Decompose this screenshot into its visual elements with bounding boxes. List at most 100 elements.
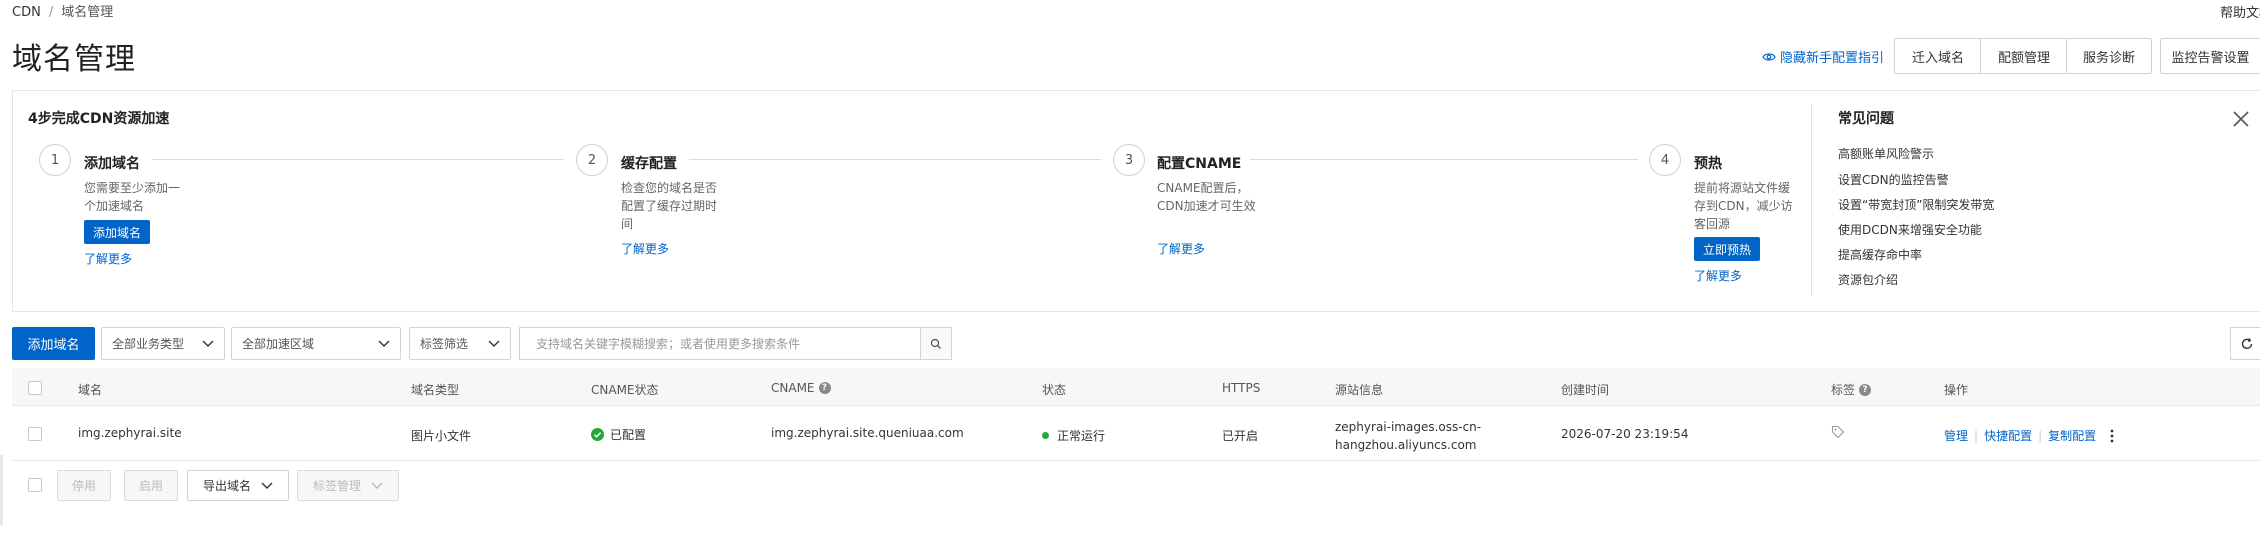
- row-checkbox[interactable]: [28, 427, 42, 441]
- refresh-button[interactable]: [2230, 327, 2260, 360]
- export-domain-button[interactable]: 导出域名: [187, 470, 289, 501]
- step-4-title: 预热: [1694, 156, 1722, 172]
- chevron-down-icon: [371, 482, 383, 489]
- step-3-learn-more[interactable]: 了解更多: [1157, 240, 1205, 257]
- tag-filter-select[interactable]: 标签筛选: [409, 327, 511, 360]
- faq-divider: [1811, 104, 1812, 296]
- disable-button[interactable]: 停用: [57, 470, 111, 501]
- column-header-actions: 操作: [1944, 383, 1969, 397]
- business-type-value: 全部业务类型: [112, 337, 185, 351]
- created-time: 2026-07-20 23:19:54: [1561, 427, 1689, 441]
- tag-filter-value: 标签筛选: [420, 337, 469, 351]
- step-2-title: 缓存配置: [621, 156, 677, 172]
- search-input[interactable]: 支持域名关键字模糊搜索；或者使用更多搜索条件: [519, 327, 921, 360]
- page-title: 域名管理: [12, 42, 136, 77]
- chevron-down-icon: [202, 340, 214, 347]
- step-3-number: 3: [1113, 144, 1145, 176]
- step-connector: [152, 159, 564, 160]
- faq-item[interactable]: 设置“带宽封顶”限制突发带宽: [1838, 196, 1994, 213]
- step-1-learn-more[interactable]: 了解更多: [84, 250, 132, 267]
- region-select[interactable]: 全部加速区域: [231, 327, 401, 360]
- cname-status: 已配置: [591, 426, 646, 443]
- step-prefetch-button[interactable]: 立即预热: [1694, 237, 1760, 261]
- business-type-select[interactable]: 全部业务类型: [101, 327, 225, 360]
- monitor-alert-button[interactable]: 监控告警设置: [2160, 38, 2260, 74]
- breadcrumb-cdn[interactable]: CDN: [12, 5, 41, 20]
- step-4-number: 4: [1649, 144, 1681, 176]
- status: 正常运行: [1042, 427, 1105, 444]
- table-header: [12, 368, 2260, 406]
- faq-item[interactable]: 资源包介绍: [1838, 271, 1898, 288]
- faq-item[interactable]: 高额账单风险警示: [1838, 145, 1934, 162]
- step-1-desc: 您需要至少添加一个加速域名: [84, 181, 181, 213]
- column-header-tag-label: 标签: [1831, 383, 1856, 397]
- origin-line-2: hangzhou.aliyuncs.com: [1335, 438, 1477, 452]
- step-2-learn-more[interactable]: 了解更多: [621, 240, 669, 257]
- close-icon[interactable]: [2230, 108, 2252, 130]
- https-status: 已开启: [1222, 429, 1259, 443]
- step-connector: [689, 159, 1101, 160]
- manage-link[interactable]: 管理: [1944, 427, 1968, 444]
- service-diagnosis-button[interactable]: 服务诊断: [2066, 38, 2152, 74]
- step-connector: [1250, 159, 1638, 160]
- step-3-title: 配置CNAME: [1157, 156, 1242, 172]
- faq-title: 常见问题: [1838, 111, 1894, 127]
- column-header-https: HTTPS: [1222, 381, 1261, 395]
- copy-config-link[interactable]: 复制配置: [2048, 427, 2096, 444]
- breadcrumb-current: 域名管理: [61, 5, 114, 20]
- quick-config-link[interactable]: 快捷配置: [1984, 427, 2032, 444]
- breadcrumb-separator: /: [48, 5, 54, 20]
- column-header-domain: 域名: [78, 383, 103, 397]
- refresh-icon: [2241, 337, 2252, 349]
- help-icon[interactable]: ?: [1859, 383, 1872, 396]
- column-header-created: 创建时间: [1561, 383, 1610, 397]
- left-edge-bar: [0, 455, 3, 525]
- step-3-desc: CNAME配置后，CDN加速才可生效: [1157, 181, 1256, 213]
- column-header-type: 域名类型: [411, 383, 460, 397]
- help-doc-link[interactable]: 帮助文档: [2220, 2, 2260, 21]
- select-all-checkbox[interactable]: [28, 381, 42, 395]
- more-icon[interactable]: [2110, 429, 2114, 443]
- domain-type: 图片小文件: [411, 429, 472, 443]
- eye-icon: [1762, 52, 1776, 61]
- column-header-cname-status: CNAME状态: [591, 383, 659, 397]
- tag-icon[interactable]: [1831, 425, 1845, 439]
- step-1-number: 1: [39, 144, 71, 176]
- step-4-desc: 提前将源站文件缓存到CDN，减少访客回源: [1694, 181, 1793, 231]
- row-actions: 管理 | 快捷配置 | 复制配置: [1944, 427, 2114, 444]
- faq-item[interactable]: 提高缓存命中率: [1838, 246, 1922, 263]
- column-header-cname: CNAME ?: [771, 381, 831, 395]
- table-row: [12, 407, 2260, 461]
- step-2-desc: 检查您的域名是否配置了缓存过期时间: [621, 181, 718, 231]
- cname-status-label: 已配置: [610, 428, 647, 442]
- column-header-tag: 标签 ?: [1831, 381, 1872, 398]
- faq-item[interactable]: 设置CDN的监控告警: [1838, 171, 1949, 188]
- region-value: 全部加速区域: [242, 337, 315, 351]
- help-icon[interactable]: ?: [818, 382, 831, 394]
- cname-value: img.zephyrai.site.queniuaa.com: [771, 426, 964, 440]
- hide-guide-label: 隐藏新手配置指引: [1780, 51, 1885, 66]
- search-button[interactable]: [920, 327, 952, 360]
- check-circle-icon: [591, 428, 604, 441]
- enable-button[interactable]: 启用: [124, 470, 178, 501]
- domain-link[interactable]: img.zephyrai.site: [78, 426, 182, 440]
- step-2-number: 2: [576, 144, 608, 176]
- import-domain-button[interactable]: 迁入域名: [1894, 38, 1982, 74]
- step-4-learn-more[interactable]: 了解更多: [1694, 267, 1742, 284]
- column-header-status: 状态: [1042, 383, 1067, 397]
- guide-title: 4步完成CDN资源加速: [28, 111, 170, 127]
- origin-line-1: zephyrai-images.oss-cn-: [1335, 420, 1482, 434]
- step-add-domain-button[interactable]: 添加域名: [84, 220, 150, 244]
- hide-guide-link[interactable]: 隐藏新手配置指引: [1762, 47, 1884, 66]
- tag-manage-button[interactable]: 标签管理: [297, 470, 399, 501]
- column-header-origin: 源站信息: [1335, 383, 1384, 397]
- step-1-title: 添加域名: [84, 156, 140, 172]
- status-label: 正常运行: [1057, 429, 1106, 443]
- chevron-down-icon: [378, 340, 390, 347]
- add-domain-button[interactable]: 添加域名: [12, 327, 95, 360]
- search-icon: [930, 338, 941, 349]
- column-header-cname-label: CNAME: [771, 381, 815, 395]
- footer-select-all-checkbox[interactable]: [28, 478, 42, 492]
- quota-manage-button[interactable]: 配额管理: [1980, 38, 2068, 74]
- faq-item[interactable]: 使用DCDN来增强安全功能: [1838, 221, 1982, 238]
